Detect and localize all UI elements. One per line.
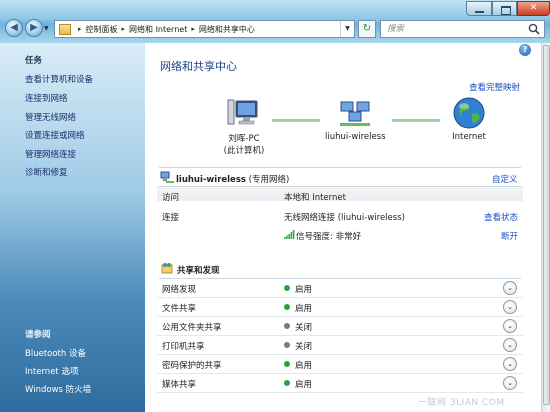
- sharing-row-label: 打印机共享: [162, 342, 205, 352]
- sharing-row-label: 媒体共享: [162, 380, 197, 390]
- network-header: liuhui-wireless (专用网络): [176, 173, 289, 185]
- expand-button[interactable]: ⌄: [503, 357, 517, 371]
- access-label: 访问: [162, 193, 180, 203]
- status-on-icon: [284, 304, 290, 310]
- breadcrumb-control-panel[interactable]: 控制面板: [86, 24, 118, 35]
- sharing-row-label: 文件共享: [162, 304, 197, 314]
- sharing-row-state: 启用: [295, 304, 313, 314]
- see-also-bluetooth[interactable]: Bluetooth 设备: [25, 347, 86, 359]
- sharing-row-state: 关闭: [295, 323, 313, 333]
- expand-button[interactable]: ⌄: [503, 300, 517, 314]
- status-on-icon: [284, 285, 290, 291]
- sharing-row-state: 关闭: [295, 342, 313, 352]
- network-type-icon: [160, 171, 174, 183]
- sharing-row-media: 媒体共享 启用 ⌄: [157, 374, 523, 393]
- computer-icon[interactable]: [226, 98, 260, 128]
- sharing-row-label: 公用文件夹共享: [162, 323, 222, 333]
- search-placeholder: 搜索: [387, 24, 405, 34]
- see-also-internet-options[interactable]: Internet 选项: [25, 365, 78, 377]
- control-panel-icon: [59, 23, 71, 35]
- access-value: 本地和 Internet: [284, 193, 346, 203]
- task-diagnose-repair[interactable]: 诊断和修复: [25, 166, 68, 178]
- customize-link[interactable]: 自定义: [492, 173, 518, 185]
- view-full-map-link[interactable]: 查看完整映射: [469, 81, 520, 93]
- connection-label: 连接: [162, 213, 180, 223]
- pc-name-label: 刘晖-PC: [228, 134, 260, 144]
- minimize-button[interactable]: [466, 1, 492, 16]
- connection-line-internet: [392, 119, 440, 122]
- chevron-right-icon[interactable]: ▸: [122, 25, 126, 33]
- sharing-row-state: 启用: [295, 380, 313, 390]
- see-also-firewall[interactable]: Windows 防火墙: [25, 383, 91, 395]
- sharing-row-file-sharing: 文件共享 启用 ⌄: [157, 298, 523, 317]
- page-title: 网络和共享中心: [160, 60, 237, 73]
- expand-button[interactable]: ⌄: [503, 376, 517, 390]
- breadcrumb-network-internet[interactable]: 网络和 Internet: [129, 24, 187, 35]
- refresh-icon: ↻: [362, 23, 372, 34]
- search-input[interactable]: 搜索: [380, 20, 545, 38]
- signal-strength-icon: [284, 230, 295, 239]
- sharing-icon: [161, 263, 173, 274]
- see-also-header: 请参阅: [25, 330, 51, 340]
- maximize-button[interactable]: [492, 1, 517, 16]
- refresh-button[interactable]: ↻: [358, 20, 376, 38]
- internet-globe-icon[interactable]: [452, 96, 486, 130]
- status-off-icon: [284, 342, 290, 348]
- chevron-right-icon[interactable]: ▸: [78, 25, 82, 33]
- back-button[interactable]: ◀: [5, 19, 23, 37]
- address-dropdown-button[interactable]: ▼: [340, 21, 354, 37]
- help-icon[interactable]: ?: [519, 44, 531, 56]
- scrollbar-thumb[interactable]: [543, 45, 550, 405]
- task-manage-wireless[interactable]: 管理无线网络: [25, 111, 76, 123]
- status-on-icon: [284, 380, 290, 386]
- sharing-row-label: 密码保护的共享: [162, 361, 222, 371]
- sharing-row-state: 启用: [295, 285, 313, 295]
- arrow-right-icon: ▶: [30, 22, 38, 33]
- pc-subtitle-label: (此计算机): [223, 146, 265, 156]
- sharing-section-title: 共享和发现: [177, 266, 220, 276]
- signal-value: 非常好: [335, 232, 362, 242]
- tasks-header: 任务: [25, 56, 43, 66]
- connection-value: 无线网络连接 (liuhui-wireless): [284, 213, 405, 223]
- sharing-row-state: 启用: [295, 361, 313, 371]
- view-status-link[interactable]: 查看状态: [484, 211, 518, 223]
- vertical-scrollbar[interactable]: [541, 43, 550, 412]
- expand-button[interactable]: ⌄: [503, 319, 517, 333]
- chevron-right-icon[interactable]: ▸: [191, 25, 195, 33]
- status-off-icon: [284, 323, 290, 329]
- disconnect-link[interactable]: 断开: [501, 230, 518, 242]
- network-icon[interactable]: [338, 98, 372, 128]
- watermark: 一联网 3LIAN.COM: [418, 398, 505, 408]
- sharing-row-password-protected: 密码保护的共享 启用 ⌄: [157, 355, 523, 374]
- divider: [159, 167, 521, 168]
- signal-strength: 信号强度: 非常好: [296, 230, 361, 242]
- expand-button[interactable]: ⌄: [503, 281, 517, 295]
- task-connect-network[interactable]: 连接到网络: [25, 92, 68, 104]
- sharing-row-network-discovery: 网络发现 启用 ⌄: [157, 279, 523, 298]
- breadcrumb-network-sharing-center[interactable]: 网络和共享中心: [199, 24, 255, 35]
- close-button[interactable]: ✕: [517, 1, 550, 16]
- sharing-row-printer: 打印机共享 关闭 ⌄: [157, 336, 523, 355]
- connection-line-pc: [272, 119, 320, 122]
- network-type: (专用网络): [248, 175, 290, 185]
- address-bar[interactable]: ▸ 控制面板 ▸ 网络和 Internet ▸ 网络和共享中心 ▼: [54, 20, 355, 38]
- network-name: liuhui-wireless: [176, 175, 246, 185]
- signal-label: 信号强度:: [296, 232, 333, 242]
- task-setup-connection[interactable]: 设置连接或网络: [25, 129, 85, 141]
- network-name-label: liuhui-wireless: [325, 132, 386, 142]
- internet-label: Internet: [452, 132, 486, 142]
- sharing-row-public-folder: 公用文件夹共享 关闭 ⌄: [157, 317, 523, 336]
- search-icon[interactable]: [527, 22, 541, 36]
- arrow-left-icon: ◀: [10, 22, 18, 33]
- recent-pages-dropdown[interactable]: ▼: [44, 25, 49, 32]
- status-on-icon: [284, 361, 290, 367]
- sharing-row-label: 网络发现: [162, 285, 197, 295]
- task-view-computers[interactable]: 查看计算机和设备: [25, 73, 93, 85]
- forward-button[interactable]: ▶: [25, 19, 43, 37]
- divider: [159, 186, 521, 187]
- task-manage-connections[interactable]: 管理网络连接: [25, 148, 76, 160]
- expand-button[interactable]: ⌄: [503, 338, 517, 352]
